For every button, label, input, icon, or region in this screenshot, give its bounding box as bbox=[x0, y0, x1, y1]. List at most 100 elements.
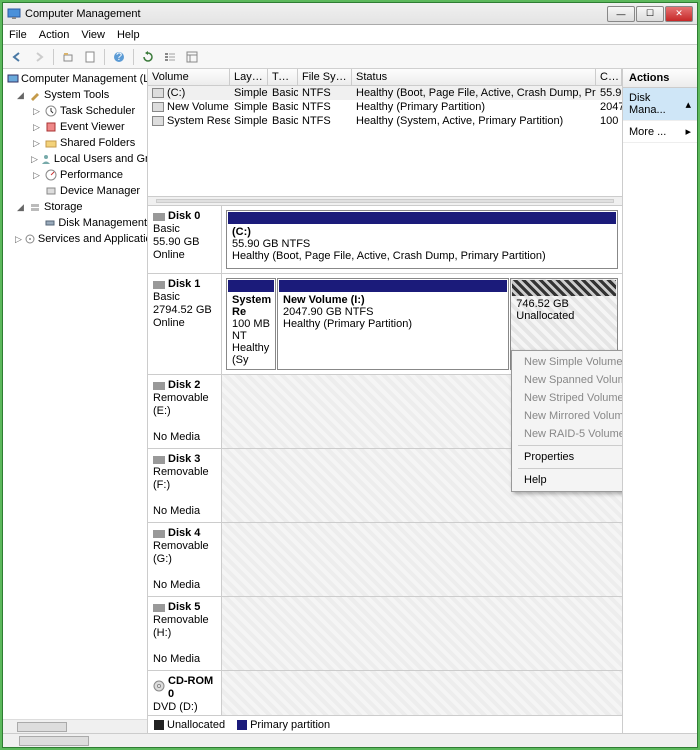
help-button[interactable]: ? bbox=[109, 47, 129, 67]
disk-row-cdrom[interactable]: CD-ROM 0DVD (D:)No Media bbox=[148, 671, 622, 715]
disk-icon bbox=[43, 216, 56, 230]
bottom-scrollbar[interactable] bbox=[3, 733, 697, 747]
context-menu: New Simple Volume... New Spanned Volume.… bbox=[511, 350, 622, 492]
col-type[interactable]: Type bbox=[268, 69, 298, 85]
titlebar[interactable]: Computer Management — ☐ ✕ bbox=[3, 3, 697, 25]
window-title: Computer Management bbox=[25, 8, 607, 20]
disk-icon bbox=[153, 604, 165, 612]
volume-list-header: Volume Layout Type File System Status Ca… bbox=[148, 69, 622, 86]
splitter[interactable] bbox=[148, 196, 622, 206]
actions-pane: Actions Disk Mana...▴ More ...▸ bbox=[623, 69, 697, 733]
services-icon bbox=[24, 232, 36, 246]
volume-icon bbox=[152, 88, 164, 98]
properties-button[interactable] bbox=[80, 47, 100, 67]
users-icon bbox=[40, 152, 52, 166]
legend-primary-swatch bbox=[237, 720, 247, 730]
tree-task-scheduler[interactable]: ▷Task Scheduler bbox=[3, 103, 147, 119]
main-pane: Volume Layout Type File System Status Ca… bbox=[148, 69, 623, 733]
tree-local-users[interactable]: ▷Local Users and Groups bbox=[3, 151, 147, 167]
ctx-new-striped-volume[interactable]: New Striped Volume... bbox=[514, 389, 622, 407]
action-more[interactable]: More ...▸ bbox=[623, 121, 697, 143]
actions-title: Actions bbox=[623, 69, 697, 88]
disk-icon bbox=[153, 213, 165, 221]
menu-view[interactable]: View bbox=[81, 29, 105, 41]
chevron-up-icon: ▴ bbox=[685, 98, 691, 111]
computer-management-window: Computer Management — ☐ ✕ File Action Vi… bbox=[2, 2, 698, 748]
ctx-new-raid5-volume[interactable]: New RAID-5 Volume... bbox=[514, 425, 622, 443]
col-volume[interactable]: Volume bbox=[148, 69, 230, 85]
detail-button[interactable] bbox=[182, 47, 202, 67]
tree-services[interactable]: ▷Services and Applications bbox=[3, 231, 147, 247]
device-icon bbox=[44, 184, 58, 198]
ctx-properties[interactable]: Properties bbox=[514, 448, 622, 466]
disk-icon bbox=[153, 281, 165, 289]
cdrom-icon bbox=[153, 680, 165, 696]
partition-c[interactable]: (C:)55.90 GB NTFSHealthy (Boot, Page Fil… bbox=[226, 210, 618, 269]
expand-icon[interactable]: ▷ bbox=[31, 106, 42, 117]
tree-device-manager[interactable]: Device Manager bbox=[3, 183, 147, 199]
ctx-new-spanned-volume[interactable]: New Spanned Volume... bbox=[514, 371, 622, 389]
volume-row[interactable]: (C:) Simple Basic NTFS Healthy (Boot, Pa… bbox=[148, 86, 622, 100]
ctx-new-simple-volume[interactable]: New Simple Volume... bbox=[514, 353, 622, 371]
menu-file[interactable]: File bbox=[9, 29, 27, 41]
col-cap[interactable]: Cap bbox=[596, 69, 622, 85]
tools-icon bbox=[28, 88, 42, 102]
expand-icon[interactable]: ▷ bbox=[31, 170, 42, 181]
svg-text:?: ? bbox=[116, 51, 122, 63]
expand-icon[interactable]: ▷ bbox=[31, 154, 38, 165]
tree-disk-management[interactable]: Disk Management bbox=[3, 215, 147, 231]
clock-icon bbox=[44, 104, 58, 118]
menubar: File Action View Help bbox=[3, 25, 697, 45]
disk-row-4[interactable]: Disk 4Removable (G:)No Media bbox=[148, 523, 622, 597]
disk-icon bbox=[153, 382, 165, 390]
menu-help[interactable]: Help bbox=[117, 29, 140, 41]
refresh-button[interactable] bbox=[138, 47, 158, 67]
storage-icon bbox=[28, 200, 42, 214]
legend-unallocated-swatch bbox=[154, 720, 164, 730]
tree-root[interactable]: Computer Management (Local bbox=[3, 71, 147, 87]
col-layout[interactable]: Layout bbox=[230, 69, 268, 85]
col-status[interactable]: Status bbox=[352, 69, 596, 85]
perf-icon bbox=[44, 168, 58, 182]
tree-shared-folders[interactable]: ▷Shared Folders bbox=[3, 135, 147, 151]
tree-storage[interactable]: ◢Storage bbox=[3, 199, 147, 215]
expand-icon[interactable]: ▷ bbox=[15, 234, 22, 245]
expand-icon[interactable]: ▷ bbox=[31, 122, 42, 133]
minimize-button[interactable]: — bbox=[607, 6, 635, 22]
tree-event-viewer[interactable]: ▷Event Viewer bbox=[3, 119, 147, 135]
partition-new-volume[interactable]: New Volume (I:)2047.90 GB NTFSHealthy (P… bbox=[277, 278, 509, 370]
maximize-button[interactable]: ☐ bbox=[636, 6, 664, 22]
disk-row-5[interactable]: Disk 5Removable (H:)No Media bbox=[148, 597, 622, 671]
close-button[interactable]: ✕ bbox=[665, 6, 693, 22]
tree-system-tools[interactable]: ◢System Tools bbox=[3, 87, 147, 103]
disk-row-0[interactable]: Disk 0Basic55.90 GBOnline (C:)55.90 GB N… bbox=[148, 206, 622, 274]
folder-icon bbox=[44, 136, 58, 150]
ctx-new-mirrored-volume[interactable]: New Mirrored Volume... bbox=[514, 407, 622, 425]
tree-performance[interactable]: ▷Performance bbox=[3, 167, 147, 183]
event-icon bbox=[44, 120, 58, 134]
legend: Unallocated Primary partition bbox=[148, 715, 622, 733]
toolbar: ? bbox=[3, 45, 697, 69]
back-button[interactable] bbox=[7, 47, 27, 67]
disk-graphical-view: Disk 0Basic55.90 GBOnline (C:)55.90 GB N… bbox=[148, 206, 622, 715]
ctx-help[interactable]: Help bbox=[514, 471, 622, 489]
up-button[interactable] bbox=[58, 47, 78, 67]
forward-button[interactable] bbox=[29, 47, 49, 67]
tree-scrollbar[interactable] bbox=[3, 719, 147, 733]
partition-system-reserved[interactable]: System Re100 MB NTHealthy (Sy bbox=[226, 278, 276, 370]
list-button[interactable] bbox=[160, 47, 180, 67]
collapse-icon[interactable]: ◢ bbox=[15, 90, 26, 101]
volume-row[interactable]: New Volume (I:) Simple Basic NTFS Health… bbox=[148, 100, 622, 114]
col-fs[interactable]: File System bbox=[298, 69, 352, 85]
volume-list[interactable]: (C:) Simple Basic NTFS Healthy (Boot, Pa… bbox=[148, 86, 622, 196]
app-icon bbox=[7, 7, 21, 21]
collapse-icon[interactable]: ◢ bbox=[15, 202, 26, 213]
menu-action[interactable]: Action bbox=[39, 29, 70, 41]
volume-icon bbox=[152, 116, 164, 126]
expand-icon[interactable]: ▷ bbox=[31, 138, 42, 149]
action-disk-management[interactable]: Disk Mana...▴ bbox=[623, 88, 697, 121]
volume-row[interactable]: System Reserved Simple Basic NTFS Health… bbox=[148, 114, 622, 128]
volume-icon bbox=[152, 102, 164, 112]
disk-icon bbox=[153, 530, 165, 538]
nav-tree[interactable]: Computer Management (Local ◢System Tools… bbox=[3, 69, 148, 733]
